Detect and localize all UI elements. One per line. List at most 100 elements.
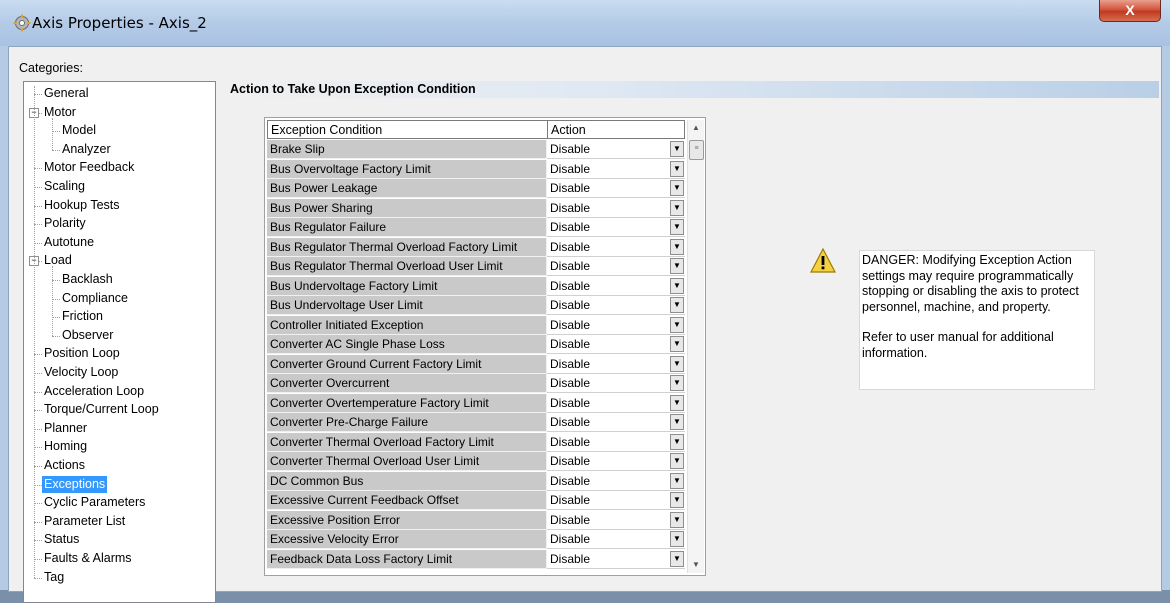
tree-item-parameter-list[interactable]: Parameter List	[44, 513, 125, 530]
tree-item-acceleration-loop[interactable]: Acceleration Loop	[44, 383, 144, 400]
chevron-down-icon[interactable]: ▼	[670, 472, 684, 489]
action-select[interactable]: Disable ▼	[547, 315, 685, 335]
table-row: Controller Initiated Exception Disable ▼	[267, 315, 685, 336]
tree-item-autotune[interactable]: Autotune	[44, 234, 94, 251]
tree-connector	[34, 354, 42, 356]
chevron-down-icon[interactable]: ▼	[670, 160, 684, 177]
tree-item-planner[interactable]: Planner	[44, 420, 87, 437]
action-select[interactable]: Disable ▼	[547, 432, 685, 452]
tree-connector	[52, 298, 60, 300]
table-row: Excessive Position Error Disable ▼	[267, 510, 685, 531]
tree-item-status[interactable]: Status	[44, 531, 79, 548]
action-select[interactable]: Disable ▼	[547, 530, 685, 549]
action-select[interactable]: Disable ▼	[547, 354, 685, 374]
tree-item-compliance[interactable]: Compliance	[62, 290, 128, 307]
categories-label: Categories:	[19, 61, 83, 75]
tree-item-scaling[interactable]: Scaling	[44, 178, 85, 195]
tree-item-motor[interactable]: Motor	[44, 104, 76, 121]
chevron-down-icon[interactable]: ▼	[670, 433, 684, 450]
action-select[interactable]: Disable ▼	[547, 237, 685, 257]
exception-condition-cell: Converter Ground Current Factory Limit	[267, 354, 547, 374]
chevron-down-icon[interactable]: ▼	[670, 414, 684, 430]
table-row: Bus Regulator Thermal Overload Factory L…	[267, 237, 685, 258]
action-select[interactable]: Disable ▼	[547, 179, 685, 198]
action-select[interactable]: Disable ▼	[547, 413, 685, 432]
chevron-down-icon[interactable]: ▼	[670, 180, 684, 196]
tree-item-velocity-loop[interactable]: Velocity Loop	[44, 364, 118, 381]
action-select[interactable]: Disable ▼	[547, 491, 685, 510]
action-select[interactable]: Disable ▼	[547, 276, 685, 296]
chevron-down-icon[interactable]: ▼	[670, 258, 684, 274]
action-select[interactable]: Disable ▼	[547, 510, 685, 530]
tree-item-tag[interactable]: Tag	[44, 569, 64, 586]
table-scrollbar[interactable]: ▲ ≡ ▼	[687, 120, 704, 573]
tree-item-hookup-tests[interactable]: Hookup Tests	[44, 197, 120, 214]
scroll-thumb[interactable]: ≡	[689, 140, 704, 160]
tree-item-torque-current-loop[interactable]: Torque/Current Loop	[44, 401, 159, 418]
action-value: Disable	[550, 298, 591, 312]
action-value: Disable	[550, 161, 591, 176]
tree-item-position-loop[interactable]: Position Loop	[44, 345, 120, 362]
chevron-down-icon[interactable]: ▼	[670, 355, 684, 372]
tree-item-exceptions[interactable]: Exceptions	[42, 475, 108, 493]
table-row: Bus Power Leakage Disable ▼	[267, 179, 685, 199]
chevron-down-icon[interactable]: ▼	[670, 492, 684, 508]
action-select[interactable]: Disable ▼	[547, 218, 685, 237]
action-select[interactable]: Disable ▼	[547, 296, 685, 315]
chevron-down-icon[interactable]: ▼	[670, 375, 684, 391]
action-select[interactable]: Disable ▼	[547, 549, 685, 569]
action-value: Disable	[550, 473, 591, 488]
action-select[interactable]: Disable ▼	[547, 198, 685, 218]
chevron-down-icon[interactable]: ▼	[670, 394, 684, 411]
tree-item-backlash[interactable]: Backlash	[62, 271, 113, 288]
tree-item-model[interactable]: Model	[62, 122, 96, 139]
chevron-down-icon[interactable]: ▼	[670, 531, 684, 547]
section-title: Action to Take Upon Exception Condition	[229, 81, 1159, 98]
action-select[interactable]: Disable ▼	[547, 393, 685, 413]
close-button[interactable]: X	[1099, 0, 1161, 22]
chevron-down-icon[interactable]: ▼	[670, 219, 684, 235]
categories-tree[interactable]: General − Motor Model Analyzer Motor Feedback…	[23, 81, 216, 603]
table-row: Converter Thermal Overload Factory Limit…	[267, 432, 685, 453]
action-select[interactable]: Disable ▼	[547, 159, 685, 179]
tree-connector	[34, 224, 42, 226]
chevron-down-icon[interactable]: ▼	[670, 297, 684, 313]
tree-item-analyzer[interactable]: Analyzer	[62, 141, 111, 158]
tree-item-motor-feedback[interactable]: Motor Feedback	[44, 159, 134, 176]
action-select[interactable]: Disable ▼	[547, 471, 685, 491]
tree-item-observer[interactable]: Observer	[62, 327, 113, 344]
tree-item-polarity[interactable]: Polarity	[44, 215, 86, 232]
chevron-down-icon[interactable]: ▼	[670, 277, 684, 294]
table-row: Converter Pre-Charge Failure Disable ▼	[267, 413, 685, 433]
tree-item-cyclic-parameters[interactable]: Cyclic Parameters	[44, 494, 145, 511]
action-select[interactable]: Disable ▼	[547, 335, 685, 354]
chevron-down-icon[interactable]: ▼	[670, 199, 684, 216]
tree-item-load[interactable]: Load	[44, 252, 72, 269]
chevron-down-icon[interactable]: ▼	[670, 316, 684, 333]
column-header-condition[interactable]: Exception Condition	[267, 120, 548, 139]
tree-connector	[34, 391, 42, 393]
action-select[interactable]: Disable ▼	[547, 140, 685, 159]
chevron-down-icon[interactable]: ▼	[670, 550, 684, 567]
exception-condition-cell: Converter Thermal Overload Factory Limit	[267, 432, 547, 452]
action-select[interactable]: Disable ▼	[547, 257, 685, 276]
tree-item-faults-alarms[interactable]: Faults & Alarms	[44, 550, 132, 567]
chevron-down-icon[interactable]: ▼	[670, 141, 684, 157]
chevron-down-icon[interactable]: ▼	[670, 336, 684, 352]
tree-item-general[interactable]: General	[44, 85, 88, 102]
warning-triangle-icon	[810, 247, 836, 273]
action-select[interactable]: Disable ▼	[547, 452, 685, 471]
column-header-action[interactable]: Action	[547, 120, 685, 139]
tree-item-actions[interactable]: Actions	[44, 457, 85, 474]
action-value: Disable	[550, 512, 591, 527]
scroll-down-icon[interactable]: ▼	[688, 557, 704, 573]
action-value: Disable	[550, 181, 591, 195]
tree-item-friction[interactable]: Friction	[62, 308, 103, 325]
chevron-down-icon[interactable]: ▼	[670, 511, 684, 528]
action-select[interactable]: Disable ▼	[547, 374, 685, 393]
chevron-down-icon[interactable]: ▼	[670, 238, 684, 255]
scroll-up-icon[interactable]: ▲	[688, 120, 704, 136]
chevron-down-icon[interactable]: ▼	[670, 453, 684, 469]
action-value: Disable	[550, 532, 591, 546]
tree-item-homing[interactable]: Homing	[44, 438, 87, 455]
